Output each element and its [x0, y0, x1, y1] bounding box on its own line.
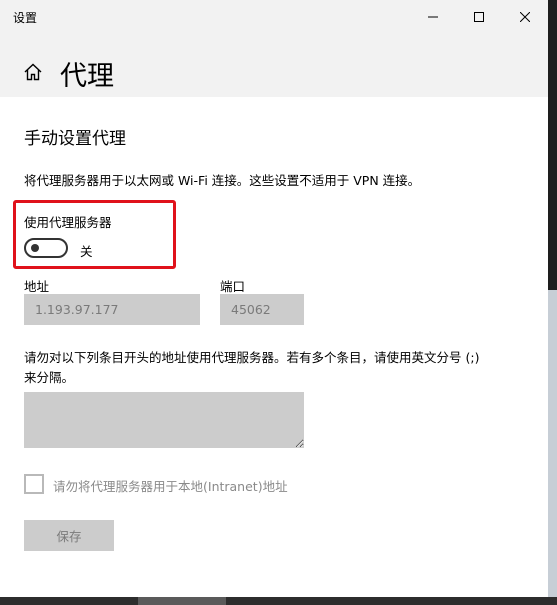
maximize-button[interactable] — [456, 0, 502, 34]
minimize-button[interactable] — [410, 0, 456, 34]
section-description: 将代理服务器用于以太网或 Wi-Fi 连接。这些设置不适用于 VPN 连接。 — [24, 173, 421, 188]
home-icon[interactable] — [23, 62, 43, 82]
minimize-icon — [428, 16, 438, 18]
title-bar: 设置 — [0, 0, 548, 34]
address-input[interactable] — [24, 294, 200, 325]
port-label: 端口 — [220, 279, 246, 294]
taskbar-edge — [0, 597, 557, 605]
port-input[interactable] — [220, 294, 304, 325]
save-button[interactable]: 保存 — [24, 520, 114, 551]
exceptions-input[interactable] — [24, 392, 304, 448]
maximize-icon — [474, 12, 484, 22]
proxy-toggle[interactable] — [24, 238, 68, 258]
page-title: 代理 — [60, 61, 114, 92]
close-icon — [520, 12, 530, 22]
desktop-right-edge — [548, 0, 557, 605]
page-header: 代理 — [0, 34, 548, 97]
close-button[interactable] — [502, 0, 548, 34]
local-bypass-checkbox[interactable] — [24, 474, 44, 494]
address-label: 地址 — [24, 279, 50, 294]
proxy-toggle-state: 关 — [80, 244, 93, 259]
section-title: 手动设置代理 — [24, 129, 126, 149]
local-bypass-label: 请勿将代理服务器用于本地(Intranet)地址 — [53, 479, 288, 494]
exceptions-hint: 请勿对以下列条目开头的地址使用代理服务器。若有多个条目，请使用英文分号 (;) … — [24, 350, 480, 385]
proxy-toggle-label: 使用代理服务器 — [24, 215, 112, 230]
settings-window: 设置 代理 手动设置代理 将代理服务器用于以太网或 Wi-Fi 连接。这些设置不… — [0, 0, 548, 597]
toggle-knob — [31, 244, 39, 252]
highlight-box — [13, 200, 176, 269]
window-title: 设置 — [13, 11, 38, 25]
